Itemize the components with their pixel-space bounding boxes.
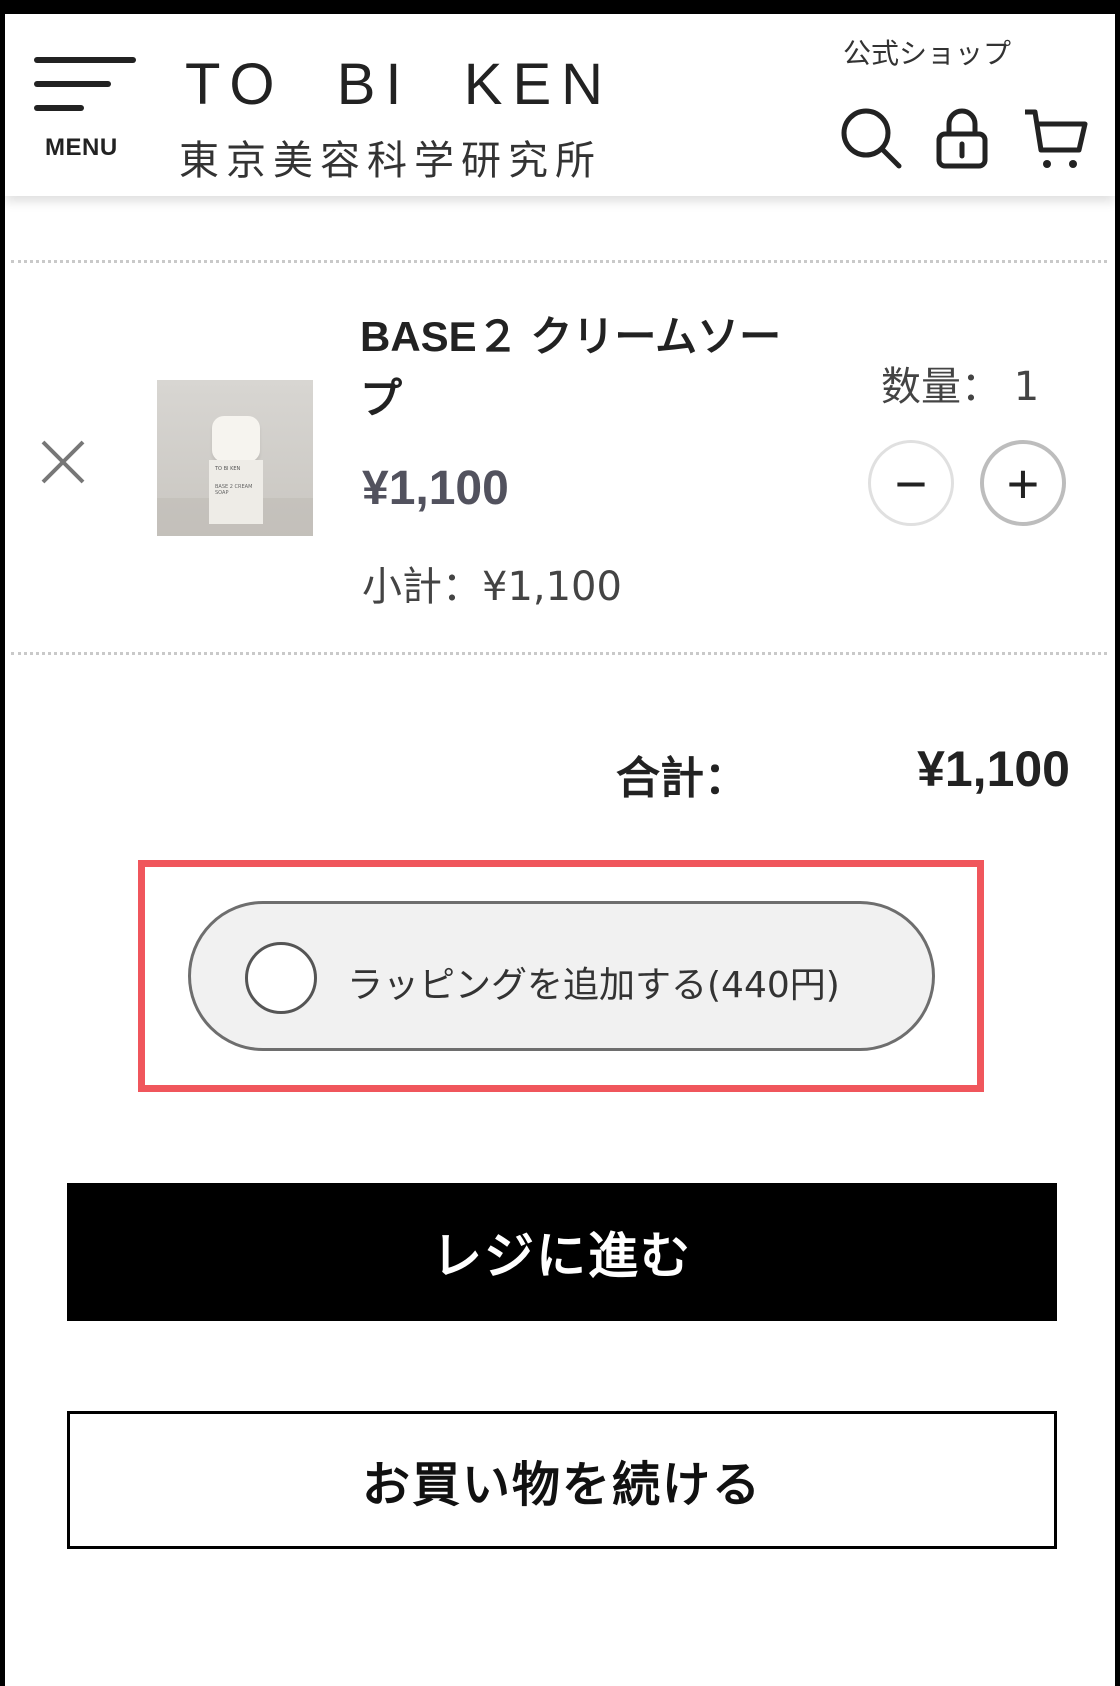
quantity-label: 数量： 1 [881,364,1040,410]
item-subtotal: 小計：¥1,100 [362,564,622,610]
divider [11,652,1107,655]
wrapping-label: ラッピングを追加する(440円) [347,965,840,1006]
quantity-decrease-button[interactable]: − [868,440,954,526]
lock-icon [936,108,988,169]
divider [11,260,1107,263]
cart-button[interactable] [1023,104,1093,174]
site-header: MENU TO BI KEN 東京美容科学研究所 公式ショップ [5,14,1115,196]
account-button[interactable] [927,104,997,174]
search-button[interactable] [837,104,907,174]
brand-name-jp: 東京美容科学研究所 [179,138,602,184]
search-icon [841,108,902,169]
wrapping-option-toggle[interactable]: ラッピングを追加する(440円) [188,901,935,1051]
menu-label: MENU [45,134,118,161]
total-label: 合計： [616,754,748,803]
close-icon [41,440,85,484]
soap-image [212,416,260,462]
hamburger-icon [34,57,136,111]
official-shop-label: 公式ショップ [843,37,1012,70]
minus-icon: − [894,451,928,515]
continue-shopping-button[interactable]: お買い物を続ける [67,1411,1057,1549]
brand-name-en: TO BI KEN [185,52,614,117]
menu-button[interactable]: MENU [33,44,143,174]
product-thumbnail[interactable]: TO BI KEN BASE 2 CREAM SOAP [157,380,313,536]
quantity-increase-button[interactable]: + [980,440,1066,526]
box-label-text: BASE 2 CREAM SOAP [215,484,253,496]
cart-screen: MENU TO BI KEN 東京美容科学研究所 公式ショップ TO BI KE… [5,14,1115,1686]
total-value: ¥1,100 [917,741,1070,797]
cart-icon [1025,109,1088,168]
product-price: ¥1,100 [362,462,509,515]
box-brand-text: TO BI KEN [215,466,241,472]
remove-item-button[interactable] [35,434,91,490]
product-name[interactable]: BASE２ クリームソープ [360,306,800,430]
wrapping-radio[interactable] [245,942,317,1014]
plus-icon: + [1006,451,1040,515]
checkout-button[interactable]: レジに進む [67,1183,1057,1321]
